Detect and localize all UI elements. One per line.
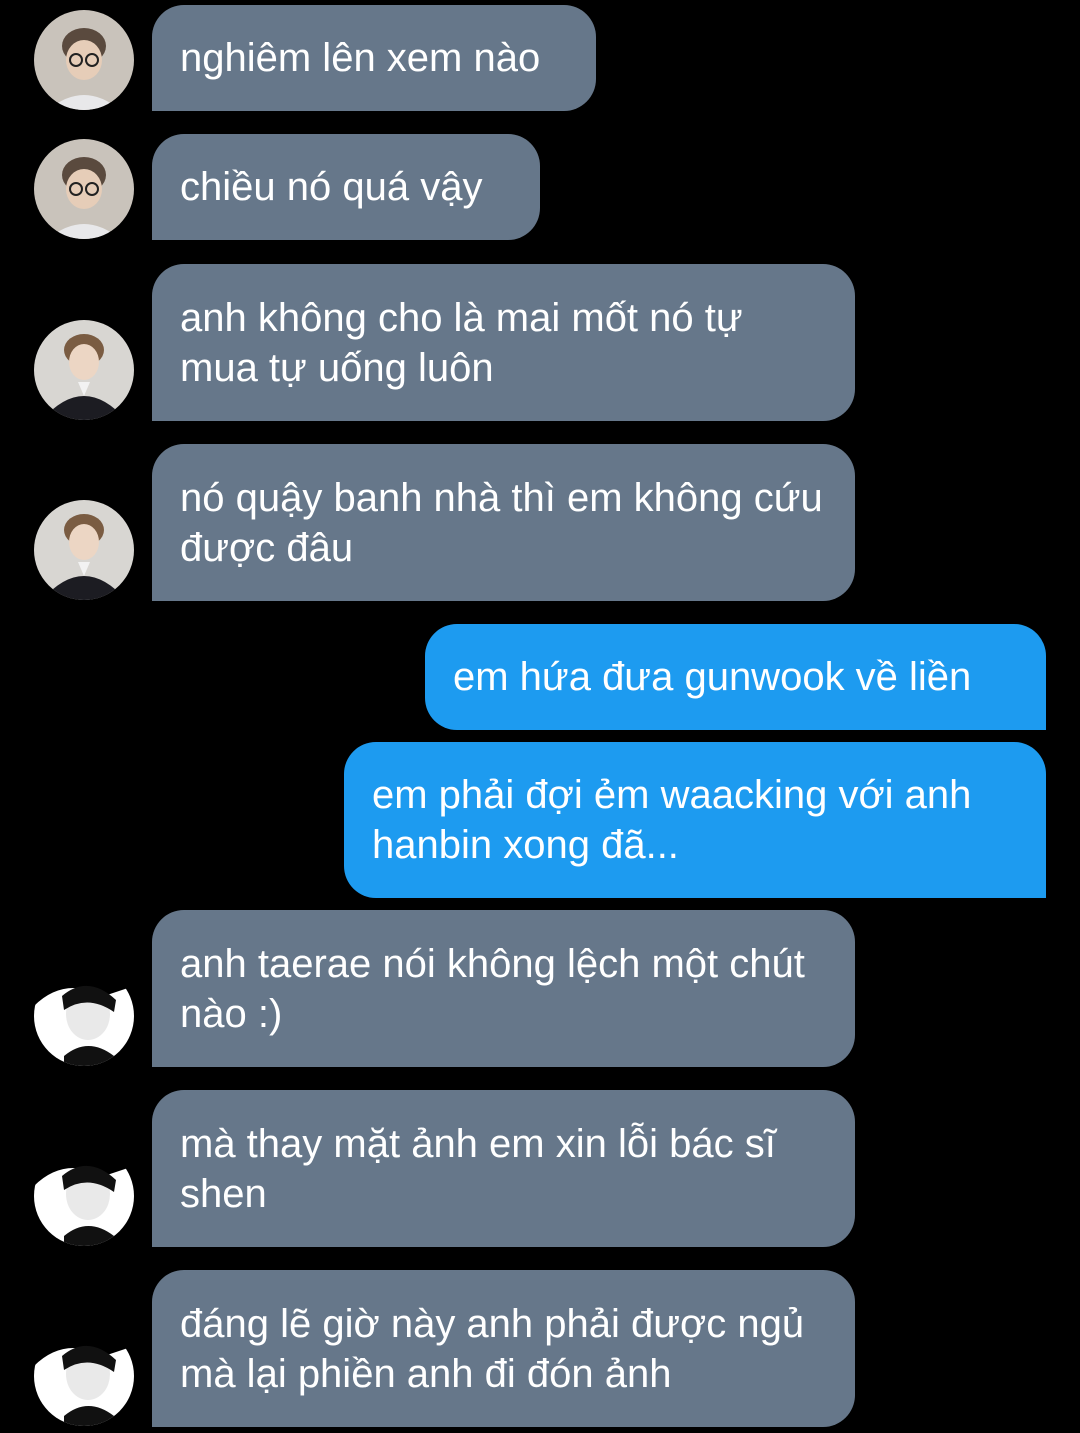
message-bubble[interactable]: nó quậy banh nhà thì em không cứu được đ… xyxy=(152,444,855,601)
message-text: em hứa đưa gunwook về liền xyxy=(453,655,972,699)
avatar-monochrome-icon xyxy=(34,1146,134,1246)
message-bubble[interactable]: chiều nó quá vậy xyxy=(152,134,540,240)
message-bubble[interactable]: đáng lẽ giờ này anh phải được ngủ mà lại… xyxy=(152,1270,855,1427)
message-text: anh không cho là mai mốt nó tự mua tự uố… xyxy=(180,295,743,390)
message-bubble[interactable]: mà thay mặt ảnh em xin lỗi bác sĩ shen xyxy=(152,1090,855,1247)
avatar-suit-icon xyxy=(34,500,134,600)
avatar-monochrome-icon xyxy=(34,1326,134,1426)
message-text: em phải đợi ẻm waacking với anh hanbin x… xyxy=(372,773,972,867)
message-bubble[interactable]: nghiêm lên xem nào xyxy=(152,5,596,111)
message-bubble[interactable]: em phải đợi ẻm waacking với anh hanbin x… xyxy=(344,742,1046,898)
message-text: nghiêm lên xem nào xyxy=(180,36,541,80)
avatar[interactable] xyxy=(34,10,134,110)
message-text: nó quậy banh nhà thì em không cứu được đ… xyxy=(180,475,823,570)
avatar[interactable] xyxy=(34,320,134,420)
message-bubble[interactable]: em hứa đưa gunwook về liền xyxy=(425,624,1046,730)
avatar-glasses-icon xyxy=(34,139,134,239)
avatar[interactable] xyxy=(34,966,134,1066)
message-text: mà thay mặt ảnh em xin lỗi bác sĩ shen xyxy=(180,1121,776,1216)
avatar[interactable] xyxy=(34,139,134,239)
avatar[interactable] xyxy=(34,500,134,600)
message-bubble[interactable]: anh taerae nói không lệch một chút nào :… xyxy=(152,910,855,1067)
message-bubble[interactable]: anh không cho là mai mốt nó tự mua tự uố… xyxy=(152,264,855,421)
avatar[interactable] xyxy=(34,1146,134,1246)
avatar[interactable] xyxy=(34,1326,134,1426)
avatar-monochrome-icon xyxy=(34,966,134,1066)
message-text: đáng lẽ giờ này anh phải được ngủ mà lại… xyxy=(180,1301,805,1396)
avatar-suit-icon xyxy=(34,320,134,420)
avatar-glasses-icon xyxy=(34,10,134,110)
message-text: chiều nó quá vậy xyxy=(180,165,483,209)
message-text: anh taerae nói không lệch một chút nào :… xyxy=(180,941,805,1036)
